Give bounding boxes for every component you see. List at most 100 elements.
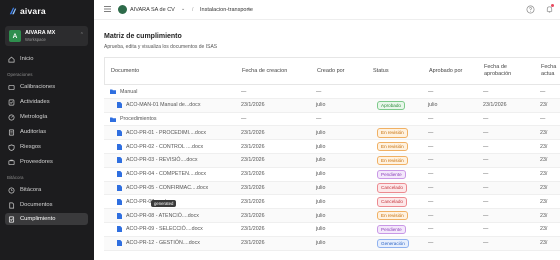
cell-fecha-aprobacion: — <box>483 157 489 164</box>
document-icon <box>117 198 122 205</box>
column-header-fecha-aprobacion[interactable]: Fecha de aprobación <box>484 58 522 84</box>
folder-row[interactable]: Procedimientos — — — — — <box>104 113 560 127</box>
activity-icon <box>8 99 15 106</box>
cell-fecha-creacion: — <box>241 116 247 123</box>
cell-aprobado-por: — <box>428 143 434 150</box>
column-header-fecha-creacion[interactable]: Fecha de creacion <box>242 58 287 84</box>
top-bar: AIVARA SA de CV ⌄ / Instalacion-transpor… <box>94 0 560 20</box>
cell-fecha-actualizacion: 23/ <box>540 143 548 150</box>
status-badge[interactable]: En revisión <box>377 141 408 152</box>
cell-fecha-actualizacion: — <box>540 116 546 123</box>
status-badge[interactable]: Generación <box>377 238 409 249</box>
table-row[interactable]: ACO-PR-03 - REVISIÓ....docx 23/1/2026 juli… <box>104 153 560 168</box>
cell-creado-por: julio <box>316 143 326 150</box>
cell-creado-por: julio <box>316 157 326 164</box>
document-name: ACO-PR-09 - SELECCIÓ....docx <box>126 226 203 233</box>
status-badge[interactable]: En revisión <box>377 210 408 221</box>
sidebar-item-calibraciones[interactable]: Calibraciones <box>5 81 88 93</box>
cell-documento[interactable]: ACO-PR-03 - REVISIÓ....docx <box>117 154 198 167</box>
help-icon[interactable] <box>526 5 535 14</box>
sidebar-item-documentos[interactable]: Documentos <box>5 199 88 211</box>
documents-icon <box>8 202 15 209</box>
cell-documento[interactable]: ACO-PR-09 - SELECCIÓ....docx <box>117 223 203 236</box>
compliance-icon <box>8 216 15 223</box>
table-row[interactable]: ACO-PR-08 - ATENCIÓ....docx 23/1/2026 juli… <box>104 209 560 223</box>
table-header: Documento Fecha de creacion Creado por S… <box>104 57 560 85</box>
cell-documento[interactable]: ACO-PR-04 - COMPETEN....docx <box>117 168 206 181</box>
page-subtitle: Aprueba, edita y visualiza los documento… <box>104 44 218 50</box>
column-header-documento[interactable]: Documento <box>111 58 139 84</box>
home-icon <box>8 56 15 63</box>
cell-fecha-aprobacion: — <box>483 143 489 150</box>
project-switcher[interactable]: Instalacion-transporte <box>200 7 253 13</box>
cell-fecha-aprobacion: — <box>483 198 489 205</box>
cell-documento[interactable]: ACO-MAN-01 Manual de...docx <box>117 99 200 112</box>
status-badge[interactable]: En revisión <box>377 155 408 166</box>
status-badge[interactable]: Pendiente <box>377 224 406 235</box>
sidebar-item-cumplimiento[interactable]: Cumplimiento <box>5 213 88 225</box>
column-header-fecha-actualizacion[interactable]: Fecha actua <box>541 58 560 84</box>
table-row[interactable]: ACO-PR-05 - CONFIRMAC....docx 23/1/2026 ju… <box>104 181 560 196</box>
sidebar-item-inicio[interactable]: Inicio <box>5 53 88 65</box>
cell-aprobado-por: — <box>428 185 434 192</box>
cell-aprobado-por: — <box>428 116 434 123</box>
sidebar-item-metrologia[interactable]: Metrología <box>5 111 88 123</box>
cell-documento[interactable]: Manual <box>110 85 137 98</box>
org-logo <box>118 5 127 14</box>
sidebar-item-proveedores[interactable]: Proveedores <box>5 156 88 168</box>
org-switcher[interactable]: AIVARA SA de CV <box>130 7 175 13</box>
cell-status: En revisión <box>377 209 408 222</box>
cell-status: En revisión <box>377 140 408 153</box>
cell-documento[interactable]: ACO-PR-12 - GESTIÓN....docx <box>117 237 200 250</box>
cell-creado-por: julio <box>316 185 326 192</box>
status-badge[interactable]: Cancelado <box>377 197 407 207</box>
app-name: aivara <box>20 6 46 16</box>
document-name: ACO-PR-03 - REVISIÓ....docx <box>126 157 198 164</box>
table-row[interactable]: ACO-PR-12 - GESTIÓN....docx 23/1/2026 juli… <box>104 236 560 251</box>
column-header-status[interactable]: Status <box>373 58 389 84</box>
status-badge[interactable]: En revisión <box>377 128 408 138</box>
status-badge[interactable]: Aprobado <box>377 100 405 111</box>
cell-fecha-aprobacion: — <box>483 212 489 219</box>
table-row[interactable]: ACO-PR-01 - PROCEDIMI....docx 23/1/2026 ju… <box>104 126 560 141</box>
cell-creado-por: — <box>316 116 322 123</box>
sidebar-item-label: Riesgos <box>20 144 41 150</box>
document-icon <box>117 226 122 233</box>
column-header-creado-por[interactable]: Creado por <box>317 58 345 84</box>
cell-fecha-aprobacion: — <box>483 171 489 178</box>
folder-icon <box>110 89 116 94</box>
workspace-switcher[interactable]: A AIVARA MX Workspace ⌃ <box>5 26 88 46</box>
cell-documento[interactable]: ACO-PR-02 - CONTROL ....docx <box>117 140 203 153</box>
hamburger-menu-icon[interactable] <box>104 6 111 12</box>
cell-fecha-creacion: 23/1/2026 <box>241 102 265 109</box>
risk-icon <box>8 144 15 151</box>
cell-aprobado-por: — <box>428 88 434 95</box>
cell-status: En revisión <box>377 154 408 167</box>
chevron-updown-icon[interactable]: ⌄ <box>181 6 185 12</box>
sidebar-item-bitacora[interactable]: Bitácora <box>5 184 88 196</box>
status-badge[interactable]: Cancelado <box>377 183 407 193</box>
cell-documento[interactable]: Procedimientos <box>110 113 157 126</box>
cell-documento[interactable]: ACO-PR-05 - CONFIRMAC....docx <box>117 182 208 195</box>
table-row[interactable]: ACO-PR-04 - COMPETEN....docx 23/1/2026 jul… <box>104 168 560 182</box>
folder-row[interactable]: Manual — — — — — <box>104 85 560 99</box>
sidebar-item-auditorias[interactable]: Auditorías <box>5 126 88 138</box>
cell-fecha-creacion: 23/1/2026 <box>241 226 265 233</box>
cell-creado-por: julio <box>316 226 326 233</box>
cell-documento[interactable]: ACO-PR-01 - PROCEDIMI....docx <box>117 126 206 139</box>
sidebar-item-label: Inicio <box>20 56 34 62</box>
cell-documento[interactable]: ACO-PR-08 - ATENCIÓ....docx <box>117 209 199 222</box>
cell-creado-por: julio <box>316 240 326 247</box>
cell-fecha-actualizacion: — <box>540 88 546 95</box>
cell-aprobado-por: — <box>428 226 434 233</box>
chevron-updown-icon[interactable]: ⌄ <box>247 6 251 12</box>
table-row[interactable]: ACO-PR-02 - CONTROL ....docx 23/1/2026 jul… <box>104 140 560 154</box>
status-badge[interactable]: Pendiente <box>377 169 406 180</box>
table-row[interactable]: ACO-MAN-01 Manual de...docx 23/1/2026 juli… <box>104 98 560 113</box>
column-header-aprobado-por[interactable]: Aprobado por <box>429 58 462 84</box>
sidebar-item-riesgos[interactable]: Riesgos <box>5 141 88 153</box>
app-logo[interactable]: aivara <box>0 0 94 22</box>
table-row[interactable]: ACO-PR-09 - SELECCIÓ....docx 23/1/2026 jul… <box>104 223 560 237</box>
metrology-icon <box>8 114 15 121</box>
sidebar-item-actividades[interactable]: Actividades <box>5 96 88 108</box>
